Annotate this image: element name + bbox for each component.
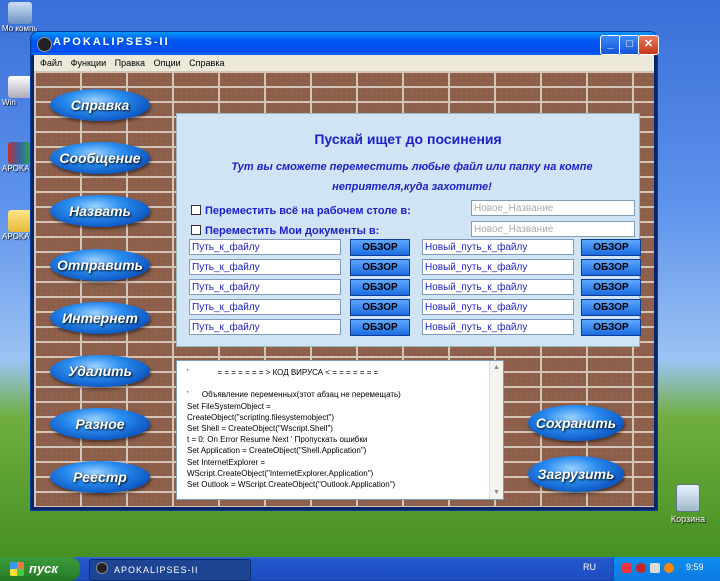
- app-icon: [96, 562, 108, 574]
- browse-target-button[interactable]: ОБЗОР: [581, 259, 641, 276]
- documents-new-name-input[interactable]: Новое_Название: [471, 221, 635, 237]
- windows-logo-icon: [10, 562, 24, 576]
- browse-target-button[interactable]: ОБЗОР: [581, 279, 641, 296]
- nav-registry-button[interactable]: Реестр: [50, 461, 150, 493]
- source-path-input[interactable]: Путь_к_файлу: [189, 239, 341, 255]
- desktop-new-name-input[interactable]: Новое_Название: [471, 200, 635, 216]
- app-icon: [37, 37, 52, 52]
- menu-bar: Файл Функции Правка Опции Справка: [34, 55, 654, 71]
- virus-code-textarea[interactable]: ' = = = = = = = > КОД ВИРУСА < = = = = =…: [176, 360, 504, 500]
- network-icon[interactable]: [650, 563, 660, 573]
- archive-icon: [8, 142, 32, 164]
- menu-file[interactable]: Файл: [40, 58, 62, 68]
- checkbox-box[interactable]: [191, 205, 201, 215]
- save-button[interactable]: Сохранить: [528, 405, 624, 441]
- start-button[interactable]: пуск: [0, 557, 80, 581]
- load-button[interactable]: Загрузить: [528, 456, 624, 492]
- target-path-input[interactable]: Новый_путь_к_файлу: [422, 319, 574, 335]
- vertical-scrollbar[interactable]: ▲ ▼: [489, 361, 503, 499]
- browse-source-button[interactable]: ОБЗОР: [350, 299, 410, 316]
- menu-help[interactable]: Справка: [189, 58, 224, 68]
- security-alert-icon[interactable]: [622, 563, 632, 573]
- title-bar[interactable]: APOKALIPSES-II _ □ ✕: [31, 32, 659, 55]
- recycle-bin-icon[interactable]: Корзина: [660, 484, 716, 524]
- scroll-down-arrow-icon[interactable]: ▼: [490, 486, 503, 499]
- menu-options[interactable]: Опции: [154, 58, 181, 68]
- taskbar-app-label: APOKALIPSES-II: [114, 565, 199, 575]
- brick-client-area: Справка Сообщение Назвать Отправить Инте…: [34, 71, 654, 507]
- start-label: пуск: [29, 561, 58, 576]
- browse-target-button[interactable]: ОБЗОР: [581, 319, 641, 336]
- browse-source-button[interactable]: ОБЗОР: [350, 239, 410, 256]
- browse-source-button[interactable]: ОБЗОР: [350, 259, 410, 276]
- checkbox-box[interactable]: [191, 225, 201, 235]
- nav-delete-button[interactable]: Удалить: [50, 355, 150, 387]
- close-button[interactable]: ✕: [638, 35, 659, 55]
- program-icon: [8, 76, 32, 98]
- clock[interactable]: 9:59: [686, 562, 704, 572]
- app-window: APOKALIPSES-II _ □ ✕ Файл Функции Правка…: [31, 32, 659, 510]
- browse-target-button[interactable]: ОБЗОР: [581, 299, 641, 316]
- taskbar: пуск APOKALIPSES-II RU 9:59: [0, 557, 720, 581]
- firewall-icon[interactable]: [664, 563, 674, 573]
- minimize-button[interactable]: _: [600, 35, 621, 55]
- target-path-input[interactable]: Новый_путь_к_файлу: [422, 279, 574, 295]
- desktop-icon-my-computer[interactable]: Мо компь: [2, 2, 38, 33]
- move-desktop-checkbox[interactable]: Переместить всё на рабочем столе в:: [191, 205, 411, 217]
- move-files-panel: Пускай ищет до посинения Тут вы сможете …: [176, 113, 641, 347]
- source-path-input[interactable]: Путь_к_файлу: [189, 299, 341, 315]
- computer-icon: [8, 2, 32, 24]
- trash-icon: [676, 484, 700, 512]
- source-path-input[interactable]: Путь_к_файлу: [189, 259, 341, 275]
- nav-misc-button[interactable]: Разное: [50, 408, 150, 440]
- nav-send-button[interactable]: Отправить: [50, 249, 150, 281]
- recycle-bin-label: Корзина: [670, 514, 706, 524]
- browse-source-button[interactable]: ОБЗОР: [350, 279, 410, 296]
- maximize-button[interactable]: □: [619, 35, 640, 55]
- menu-edit[interactable]: Правка: [115, 58, 145, 68]
- window-title: APOKALIPSES-II: [53, 36, 170, 48]
- target-path-input[interactable]: Новый_путь_к_файлу: [422, 259, 574, 275]
- target-path-input[interactable]: Новый_путь_к_файлу: [422, 299, 574, 315]
- source-path-input[interactable]: Путь_к_файлу: [189, 319, 341, 335]
- move-desktop-label: Переместить всё на рабочем столе в:: [205, 205, 411, 217]
- panel-subheading: Тут вы сможете переместить любые файл ил…: [231, 161, 593, 193]
- menu-functions[interactable]: Функции: [71, 58, 106, 68]
- move-documents-label: Переместить Мои документы в:: [205, 225, 380, 237]
- browse-target-button[interactable]: ОБЗОР: [581, 239, 641, 256]
- scroll-up-arrow-icon[interactable]: ▲: [490, 361, 503, 374]
- nav-help-button[interactable]: Справка: [50, 89, 150, 121]
- browse-source-button[interactable]: ОБЗОР: [350, 319, 410, 336]
- language-indicator[interactable]: RU: [583, 562, 596, 572]
- system-tray: 9:59: [613, 557, 720, 581]
- taskbar-app-button[interactable]: APOKALIPSES-II: [89, 559, 251, 581]
- source-path-input[interactable]: Путь_к_файлу: [189, 279, 341, 295]
- panel-heading: Пускай ищет до посинения: [314, 131, 502, 147]
- move-documents-checkbox[interactable]: Переместить Мои документы в:: [191, 225, 379, 237]
- target-path-input[interactable]: Новый_путь_к_файлу: [422, 239, 574, 255]
- desktop-icon-label: Мо компь: [2, 24, 38, 33]
- nav-internet-button[interactable]: Интернет: [50, 302, 150, 334]
- nav-rename-button[interactable]: Назвать: [50, 195, 150, 227]
- nav-message-button[interactable]: Сообщение: [50, 142, 150, 174]
- antivirus-icon[interactable]: [636, 563, 646, 573]
- code-text: ' = = = = = = = > КОД ВИРУСА < = = = = =…: [187, 368, 401, 490]
- folder-icon: [8, 210, 32, 232]
